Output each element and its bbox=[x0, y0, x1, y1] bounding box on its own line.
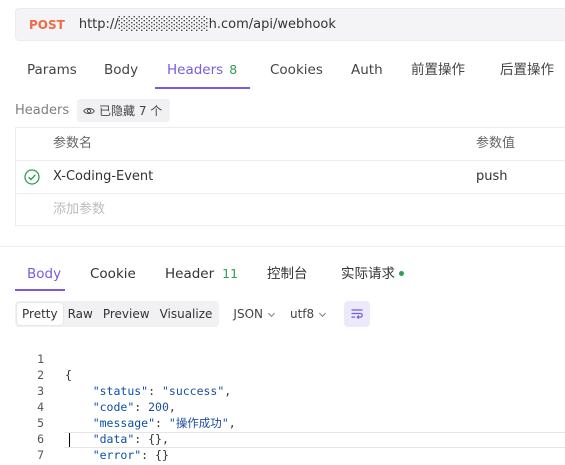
header-value-cell[interactable]: push bbox=[476, 161, 508, 193]
status-dot bbox=[399, 270, 404, 276]
table-header-row: 参数名 参数值 bbox=[16, 128, 565, 161]
col-param-name: 参数名 bbox=[53, 136, 93, 151]
wrap-lines-icon bbox=[351, 309, 364, 320]
code-line: 7 } bbox=[37, 448, 72, 465]
format-select[interactable]: JSON bbox=[233, 307, 276, 321]
header-name-cell[interactable]: X-Coding-Event bbox=[53, 161, 153, 193]
format-select-value: JSON bbox=[233, 307, 263, 321]
chevron-down-icon bbox=[267, 312, 276, 317]
resp-tab-body[interactable]: Body bbox=[27, 256, 61, 292]
encoding-select[interactable]: utf8 bbox=[290, 307, 327, 321]
view-mode-segment: Pretty Raw Preview Visualize bbox=[15, 301, 220, 327]
tab-body[interactable]: Body bbox=[104, 52, 138, 89]
http-method[interactable]: POST bbox=[29, 18, 65, 32]
headers-title: Headers bbox=[15, 103, 70, 118]
code-line: 6 "error": {} bbox=[37, 432, 169, 462]
add-param-row[interactable]: 添加参数 bbox=[16, 194, 565, 227]
eye-icon bbox=[83, 107, 95, 114]
resp-header-count-badge: 11 bbox=[222, 266, 239, 281]
encoding-select-value: utf8 bbox=[289, 307, 315, 321]
resp-tab-console[interactable]: 控制台 bbox=[267, 256, 308, 292]
error-value: {} bbox=[155, 448, 169, 462]
check-circle-icon[interactable] bbox=[24, 169, 40, 185]
url-bar[interactable]: POST http://░░░░░░░░░h.com/api/webhook bbox=[15, 8, 565, 41]
section-divider bbox=[0, 246, 565, 247]
tab-headers[interactable]: Headers 8 bbox=[167, 52, 237, 89]
headers-count-badge: 8 bbox=[229, 62, 238, 77]
tab-post-actions[interactable]: 后置操作 bbox=[500, 52, 554, 89]
view-pretty-button[interactable]: Pretty bbox=[17, 303, 63, 325]
view-raw-button[interactable]: Raw bbox=[63, 303, 98, 325]
active-tab-indicator bbox=[155, 87, 250, 89]
add-param-placeholder[interactable]: 添加参数 bbox=[53, 194, 105, 226]
col-param-value: 参数值 bbox=[476, 136, 516, 151]
headers-table: 参数名 参数值 X-Coding-Event push 添加参数 bbox=[15, 127, 565, 226]
request-tabs: Params Body Headers 8 Cookies Auth 前置操作 后… bbox=[0, 52, 565, 89]
text-caret bbox=[69, 433, 70, 447]
response-toolbar: Pretty Raw Preview Visualize JSON utf8 bbox=[15, 301, 371, 327]
code-line: 1 { bbox=[37, 352, 72, 382]
code-line: 3 "code": 200, bbox=[37, 384, 176, 414]
resp-tab-actual-request[interactable]: 实际请求 bbox=[341, 256, 404, 292]
tab-params[interactable]: Params bbox=[27, 52, 77, 89]
view-preview-button[interactable]: Preview bbox=[98, 303, 155, 325]
code-line: 4 "message": "操作成功", bbox=[37, 400, 236, 430]
hidden-headers-toggle[interactable]: 已隐藏 7 个 bbox=[77, 99, 171, 122]
code-line: 2 "status": "success", bbox=[37, 368, 232, 398]
url-input[interactable]: http://░░░░░░░░░h.com/api/webhook bbox=[79, 17, 336, 32]
response-body-viewer[interactable]: 1 { 2 "status": "success", 3 "code": 200… bbox=[0, 335, 565, 465]
resp-tab-cookie[interactable]: Cookie bbox=[90, 256, 136, 292]
word-wrap-button[interactable] bbox=[344, 301, 371, 327]
tab-pre-actions[interactable]: 前置操作 bbox=[411, 52, 465, 89]
code-line: 5 "data": {}, bbox=[37, 416, 169, 446]
hidden-headers-label: 已隐藏 7 个 bbox=[99, 104, 163, 118]
table-row: X-Coding-Event push bbox=[16, 161, 565, 194]
view-visualize-button[interactable]: Visualize bbox=[155, 303, 218, 325]
response-tabs: Body Cookie Header 11 控制台 实际请求 bbox=[0, 256, 565, 292]
tab-auth[interactable]: Auth bbox=[351, 52, 383, 89]
active-response-tab-indicator bbox=[15, 289, 65, 291]
resp-tab-header[interactable]: Header 11 bbox=[165, 256, 238, 292]
chevron-down-icon bbox=[319, 312, 327, 317]
tab-cookies[interactable]: Cookies bbox=[270, 52, 323, 89]
